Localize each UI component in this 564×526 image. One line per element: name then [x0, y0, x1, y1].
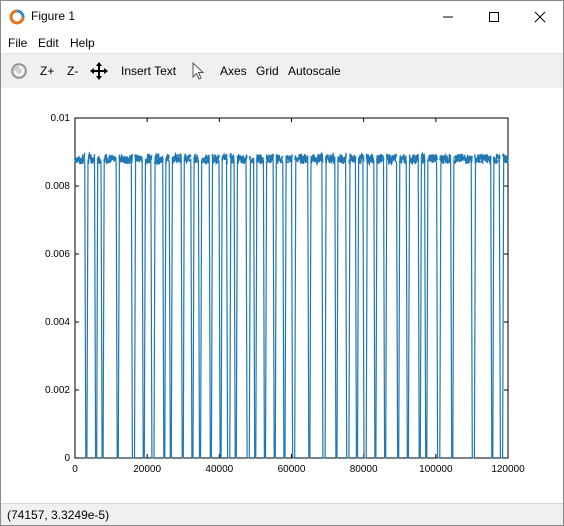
x-tick-label: 100000 — [419, 464, 453, 475]
menu-bar: File Edit Help — [1, 33, 563, 53]
figure-canvas[interactable]: 0 20000 40000 60000 80000 100000 120000 0 0.002 0… — [1, 88, 563, 502]
y-tick-label: 0.004 — [45, 317, 70, 328]
title-bar: Figure 1 — [1, 1, 563, 33]
close-button[interactable] — [517, 1, 563, 33]
x-tick-label: 60000 — [278, 464, 306, 475]
window-title: Figure 1 — [31, 9, 76, 23]
axes-button[interactable]: Axes — [220, 64, 247, 78]
minimize-button[interactable] — [425, 1, 471, 33]
y-tick-label: 0 — [64, 453, 70, 464]
x-tick-label: 80000 — [350, 464, 378, 475]
x-tick-label: 120000 — [491, 464, 525, 475]
y-tick-label: 0.01 — [51, 113, 71, 124]
x-tick-label: 40000 — [205, 464, 233, 475]
x-tick-label: 0 — [72, 464, 78, 475]
autoscale-button[interactable]: Autoscale — [288, 64, 341, 78]
close-icon — [534, 11, 546, 23]
maximize-button[interactable] — [471, 1, 517, 33]
menu-help[interactable]: Help — [70, 36, 95, 50]
y-tick-label: 0.008 — [45, 181, 70, 192]
menu-file[interactable]: File — [8, 36, 27, 50]
y-tick-label: 0.002 — [45, 385, 70, 396]
app-logo-icon — [9, 9, 25, 25]
minimize-icon — [443, 16, 453, 18]
plot-area[interactable]: 0 20000 40000 60000 80000 100000 120000 0 0.002 0… — [1, 88, 563, 502]
zoom-out-button[interactable]: Z- — [67, 64, 78, 78]
y-tick-label: 0.006 — [45, 249, 70, 260]
rotate-icon[interactable] — [9, 61, 29, 81]
figure-window: Figure 1 File Edit Help Z+ Z- Insert Tex… — [0, 0, 564, 526]
insert-text-button[interactable]: Insert Text — [121, 64, 176, 78]
zoom-in-button[interactable]: Z+ — [40, 64, 54, 78]
x-tick-label: 20000 — [133, 464, 161, 475]
grid-button[interactable]: Grid — [256, 64, 279, 78]
cursor-coordinates: (74157, 3.3249e-5) — [7, 508, 110, 522]
cursor-icon[interactable] — [188, 61, 208, 81]
toolbar: Z+ Z- Insert Text Axes Grid Autoscale — [1, 53, 563, 89]
menu-edit[interactable]: Edit — [38, 36, 59, 50]
status-bar: (74157, 3.3249e-5) — [1, 503, 563, 525]
pan-icon[interactable] — [89, 61, 109, 81]
maximize-icon — [489, 12, 499, 22]
